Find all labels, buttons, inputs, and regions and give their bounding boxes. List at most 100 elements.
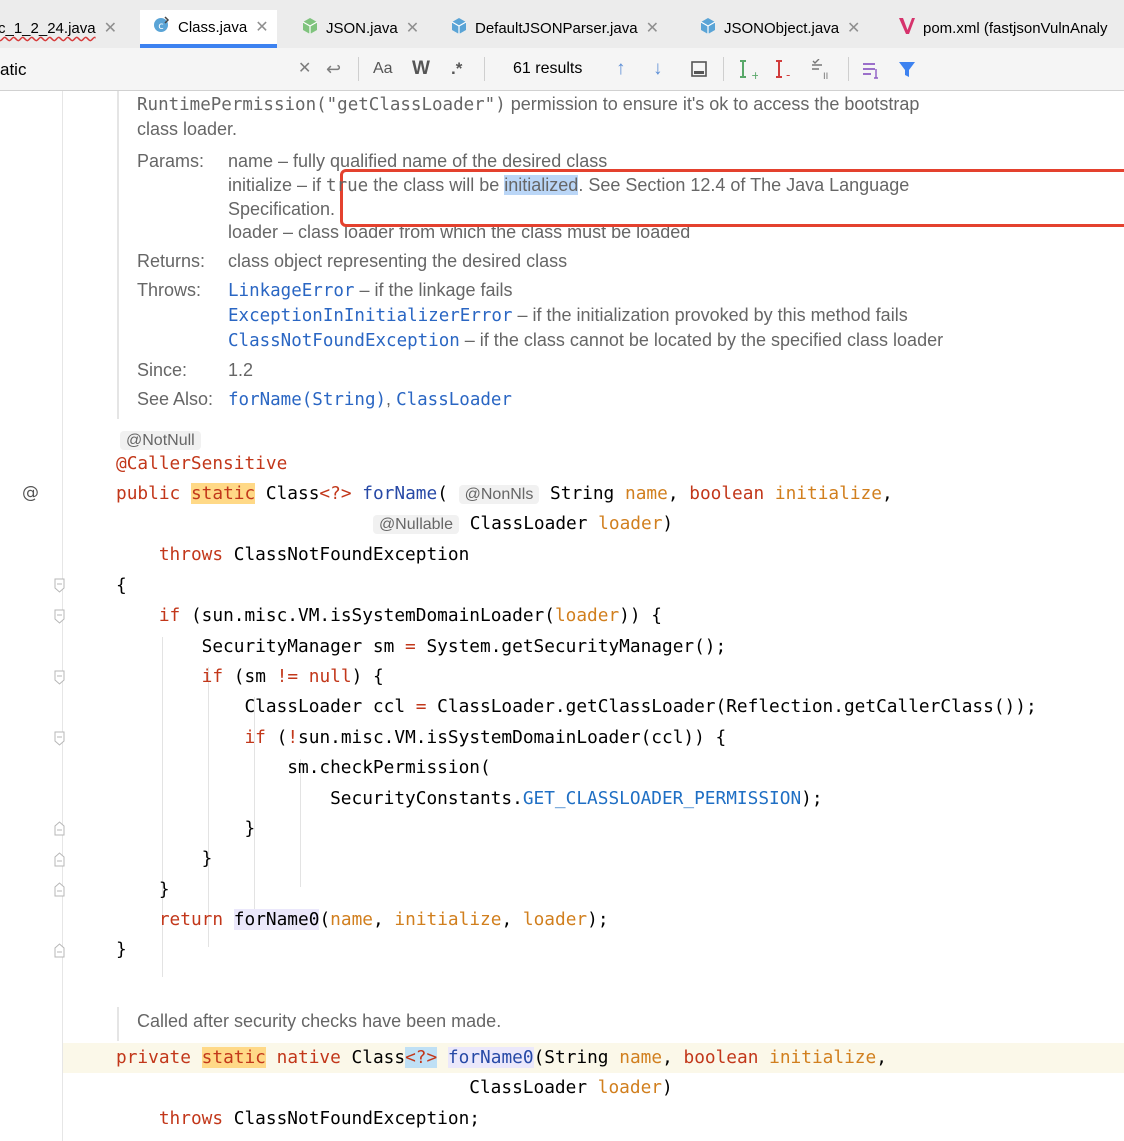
whole-words-toggle[interactable]: W: [412, 48, 430, 90]
code-line: if (sun.misc.VM.isSystemDomainLoader(loa…: [158, 605, 662, 626]
svg-text:II: II: [823, 72, 828, 81]
annotation: @CallerSensitive: [116, 453, 288, 474]
code-editor[interactable]: @ RuntimePermission("getClassLoader") pe…: [0, 91, 1124, 1141]
code-line: SecurityConstants.GET_CLASSLOADER_PERMIS…: [116, 788, 823, 809]
svg-text:+: +: [751, 69, 758, 82]
editor-gutter: @: [0, 91, 65, 1141]
code-line: @CallerSensitive: [116, 453, 287, 474]
remove-occurrence-icon[interactable]: -: [774, 58, 794, 82]
editor-tab-bar: c_1_2_24.java ✕ c Class.java ✕ JSON.java ✕ D…: [0, 0, 1124, 49]
results-count: 61 results: [513, 60, 583, 77]
close-icon[interactable]: ✕: [646, 20, 659, 37]
tab-pom-xml[interactable]: pom.xml (fastjsonVulnAnaly: [897, 10, 1108, 48]
javadoc-rendered: Called after security checks have been m…: [117, 1007, 1059, 1041]
java-class-icon: [451, 18, 467, 34]
code-line: if (!sun.misc.VM.isSystemDomainLoader(cc…: [244, 727, 727, 748]
tab-label: JSONObject.java: [724, 20, 840, 37]
previous-occurrence-icon[interactable]: ↑: [616, 48, 626, 90]
inferred-annotation-hint: @NonNls: [458, 485, 540, 504]
fold-start-icon[interactable]: [54, 731, 65, 746]
fold-end-icon[interactable]: [54, 821, 65, 836]
seealso-link[interactable]: ClassLoader: [396, 390, 512, 410]
code-line: throws ClassNotFoundException: [158, 544, 470, 565]
throws-item: ExceptionInInitializerError – if the ini…: [228, 305, 908, 326]
fold-end-icon[interactable]: [54, 882, 65, 897]
inferred-annotation-hint: @NotNull: [120, 431, 201, 450]
code-line: @NotNull: [120, 429, 201, 450]
code-line: ClassLoader ccl = ClassLoader.getClassLo…: [116, 696, 1037, 717]
svg-text:c: c: [158, 21, 164, 32]
maven-icon: [899, 18, 915, 34]
doc-line: RuntimePermission("getClassLoader") perm…: [137, 94, 920, 115]
override-marker-icon[interactable]: @: [22, 483, 39, 503]
regex-toggle[interactable]: .*: [451, 48, 462, 90]
add-occurrence-icon[interactable]: +: [738, 58, 758, 82]
tab-label: Class.java: [178, 19, 248, 36]
indent-guide: [300, 759, 301, 887]
search-match: initialized: [504, 175, 579, 195]
tab-jsonobject-java[interactable]: JSONObject.java ✕: [698, 10, 860, 48]
code-line: @Nullable ClassLoader loader): [116, 513, 673, 534]
code-line: if (sm != null) {: [201, 666, 384, 687]
tab-label: pom.xml (fastjsonVulnAnaly: [923, 20, 1108, 37]
close-icon[interactable]: ✕: [255, 19, 268, 36]
fold-start-icon[interactable]: [54, 609, 65, 624]
throws-label: Throws:: [137, 280, 202, 300]
java-class-icon: [302, 18, 318, 34]
next-occurrence-icon[interactable]: ↓: [653, 48, 663, 90]
match-case-toggle[interactable]: Aa: [373, 48, 393, 90]
exception-link[interactable]: ClassNotFoundException: [228, 331, 460, 351]
code-line: ClassLoader loader): [116, 1077, 673, 1098]
inferred-annotation-hint: @Nullable: [372, 515, 459, 534]
seealso-label: See Also:: [137, 389, 214, 409]
separator: [358, 57, 359, 81]
find-bar: ✕ ↩ Aa W .* 61 results ↑ ↓ + - II: [0, 48, 1124, 92]
close-icon[interactable]: ✕: [104, 20, 117, 37]
tab-c-1-2-24[interactable]: c_1_2_24.java ✕: [0, 10, 117, 48]
tab-class-java[interactable]: c Class.java ✕: [140, 10, 277, 48]
code-line: }: [116, 848, 213, 869]
class-file-icon: c: [154, 16, 170, 32]
tab-label: c_1_2_24.java: [0, 20, 96, 37]
throws-item: ClassNotFoundException – if the class ca…: [228, 330, 944, 351]
select-all-occurrences-icon[interactable]: [690, 60, 708, 78]
code-line: throws ClassNotFoundException;: [158, 1108, 480, 1129]
params-label: Params:: [137, 151, 205, 171]
exception-link[interactable]: ExceptionInInitializerError: [228, 306, 512, 326]
svg-text:-: -: [786, 68, 790, 82]
separator: [723, 57, 724, 81]
seealso-links: forName(String), ClassLoader: [228, 389, 512, 410]
code-line: }: [116, 818, 256, 839]
filter-search-icon[interactable]: [861, 60, 883, 80]
code-line: {: [116, 575, 127, 596]
code-line: SecurityManager sm = System.getSecurityM…: [116, 636, 727, 657]
fold-start-icon[interactable]: [54, 670, 65, 685]
param-initialize-cont: Specification.: [228, 199, 336, 219]
java-class-icon: [700, 18, 716, 34]
filter-icon[interactable]: [897, 60, 917, 80]
tab-json-java[interactable]: JSON.java ✕: [300, 10, 419, 48]
doc-line: Called after security checks have been m…: [137, 1011, 502, 1031]
separator: [484, 57, 485, 81]
code-line: private static native Class<?> forName0(…: [116, 1047, 887, 1068]
returns-label: Returns:: [137, 251, 206, 271]
returns-text: class object representing the desired cl…: [228, 251, 568, 271]
tab-defaultjsonparser-java[interactable]: DefaultJSONParser.java ✕: [449, 10, 659, 48]
doc-line: class loader.: [137, 119, 238, 139]
history-newline-icon[interactable]: ↩: [326, 48, 341, 90]
close-icon[interactable]: ✕: [847, 20, 860, 37]
code-line: sm.checkPermission(: [116, 757, 491, 778]
clear-search-icon[interactable]: ✕: [298, 48, 311, 90]
fold-end-icon[interactable]: [54, 852, 65, 867]
code-line: }: [116, 879, 170, 900]
javadoc-rendered: RuntimePermission("getClassLoader") perm…: [117, 91, 1124, 419]
fold-start-icon[interactable]: [54, 578, 65, 593]
close-icon[interactable]: ✕: [406, 20, 419, 37]
select-all-matches-icon[interactable]: II: [810, 59, 834, 81]
param-initialize: initialize – if true the class will be i…: [228, 175, 910, 196]
code-line: }: [116, 939, 127, 960]
seealso-link[interactable]: forName(String): [228, 390, 386, 410]
fold-end-icon[interactable]: [54, 943, 65, 958]
exception-link[interactable]: LinkageError: [228, 281, 354, 301]
since-text: 1.2: [228, 360, 254, 380]
